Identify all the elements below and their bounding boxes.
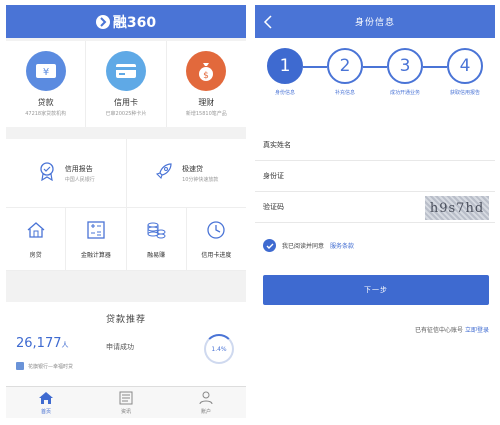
step-label: 成功开通业务 [389,90,420,96]
loan-status: 申请成功 [106,343,134,351]
credit-card-icon [105,51,146,91]
id-number-field[interactable]: 身份证 [255,161,495,192]
brand-name: 融360 [112,14,157,31]
yen-card-icon: ¥ [25,51,66,91]
captcha-image[interactable]: h9s7hd [425,196,489,220]
tab-home[interactable]: 首页 [6,387,86,418]
step-3: 3 成功开通业务 [375,48,435,97]
step-number: 1 [267,48,303,84]
logo-icon [95,14,110,29]
loan-bank-name: 花旗银行—幸福时贷 [28,363,74,370]
user-icon [198,391,214,407]
tab-home-label: 首页 [40,408,51,415]
feature-subtitle: 47218家贷款机构 [25,111,67,117]
home-screen: 融360 ¥ 贷款 47218家贷款机构 信用卡 已审20025种卡片 $ 理财… [6,5,246,418]
feature-title: 信用卡 [113,98,138,107]
calculator-icon [86,220,106,244]
step-4: 4 获取信用报告 [435,48,495,97]
brand-logo: 融360 [95,12,157,32]
money-bag-icon: $ [186,51,227,91]
earn-label: 融易赚 [147,251,166,259]
card-progress-label: 信用卡进度 [201,251,232,259]
svg-text:$: $ [203,71,209,81]
feature-loan[interactable]: ¥ 贷款 47218家贷款机构 [6,41,87,127]
loan-bank: 花旗银行—幸福时贷 [16,362,73,370]
bank-icon [16,362,24,370]
earn-item[interactable]: 融易赚 [127,208,187,270]
fast-loan-item[interactable]: 极速贷 10分钟快速放款 [127,139,247,207]
coins-icon [145,220,167,244]
agree-checkbox[interactable] [263,239,276,252]
fast-loan-sub: 10分钟快速放款 [182,176,219,183]
code-field-label: 验证码 [263,203,284,211]
credit-report-title: 信用报告 [64,164,93,173]
step-label: 获取信用报告 [449,90,480,96]
id-field-label: 身份证 [263,172,284,180]
rate-ring: 1.4% [204,334,234,364]
medal-icon [37,161,57,185]
name-field[interactable]: 真实姓名 [255,130,495,161]
credit-report-sub: 中国人民银行 [64,176,95,183]
login-hint: 已有征信中心账号 立即登录 [415,325,489,334]
identity-form: 真实姓名 身份证 验证码 h9s7hd [255,130,495,223]
step-number: 4 [447,48,483,84]
bottom-tab-bar: 首页 资讯 账户 [6,386,246,418]
news-icon [118,391,134,407]
rate-value: 1.4% [211,345,227,353]
next-step-button[interactable]: 下一步 [263,275,489,305]
rocket-icon [154,161,174,185]
step-label: 身份信息 [274,90,295,96]
house-icon [26,220,46,244]
feature-credit-card[interactable]: 信用卡 已审20025种卡片 [86,41,167,127]
checkmark-icon [266,243,273,249]
loan-recommend-card[interactable]: 贷款推荐 26,177人 申请成功 花旗银行—幸福时贷 1.4% [6,302,246,386]
step-2: 2 补充信息 [315,48,375,97]
svg-text:¥: ¥ [42,67,48,78]
applicant-count-value: 26,177 [16,336,62,351]
name-field-label: 真实姓名 [263,141,291,149]
tab-account[interactable]: 账户 [166,387,246,418]
home-header: 融360 [6,5,246,38]
step-label: 补充信息 [334,90,355,96]
calculator-item[interactable]: 金融计算器 [66,208,127,270]
feature-row: ¥ 贷款 47218家贷款机构 信用卡 已审20025种卡片 $ 理财 新增15… [6,41,246,127]
back-arrow-icon[interactable] [263,14,273,33]
loan-recommend-title: 贷款推荐 [105,315,146,325]
feature-wealth[interactable]: $ 理财 新增15810笔产品 [167,41,246,127]
tab-news-label: 资讯 [120,408,131,415]
page-title: 身份信息 [354,18,395,28]
home-icon [38,391,54,407]
feature-subtitle: 已审20025种卡片 [105,111,147,117]
captcha-text: h9s7hd [429,200,485,216]
agree-text: 我已阅读并同意 [282,243,325,250]
agreement-row: 我已阅读并同意 服务条款 [263,239,354,252]
tab-news[interactable]: 资讯 [86,387,166,418]
feature-subtitle: 新增15810笔产品 [185,111,227,117]
tab-account-label: 账户 [200,408,211,415]
mortgage-label: 房贷 [29,251,42,259]
card-progress-item[interactable]: 信用卡进度 [187,208,246,270]
clock-icon [206,220,226,244]
step-1: 1 身份信息 [255,48,315,97]
feature-title: 理财 [198,98,215,107]
applicant-count-unit: 人 [61,341,69,349]
identity-header: 身份信息 [255,5,495,38]
identity-screen: 身份信息 1 身份信息 2 补充信息 3 成功开通业务 4 获取信用报告 真实姓… [255,5,495,418]
step-number: 2 [327,48,363,84]
mortgage-item[interactable]: 房贷 [6,208,67,270]
terms-link[interactable]: 服务条款 [330,241,354,250]
credit-report-item[interactable]: 信用报告 中国人民银行 [6,139,127,207]
feature-title: 贷款 [37,98,54,107]
service-grid: 信用报告 中国人民银行 极速贷 10分钟快速放款 房贷 金融计算器 融易赚 信用… [6,139,246,271]
login-hint-text: 已有征信中心账号 [415,327,464,334]
progress-steps: 1 身份信息 2 补充信息 3 成功开通业务 4 获取信用报告 [255,38,495,130]
calculator-label: 金融计算器 [80,251,111,259]
applicant-count: 26,177人 [16,336,69,351]
login-link[interactable]: 立即登录 [465,327,489,334]
fast-loan-title: 极速贷 [182,164,204,173]
step-number: 3 [387,48,423,84]
verification-code-field[interactable]: 验证码 h9s7hd [255,192,495,223]
